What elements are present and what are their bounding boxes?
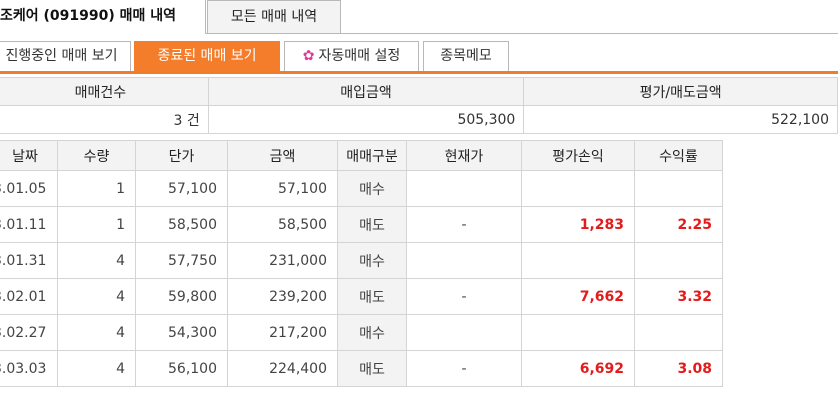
cell-trade-type: 매도 — [337, 278, 407, 315]
table-row[interactable]: 3.01.05 1 57,100 57,100 매수 — [0, 170, 723, 207]
summary-eval-amount: 522,100 — [523, 105, 838, 134]
table-row[interactable]: 3.01.31 4 57,750 231,000 매수 — [0, 242, 723, 279]
cell-unit-price: 58,500 — [135, 206, 228, 243]
cell-current-price — [406, 314, 522, 351]
header-amount: 금액 — [227, 140, 338, 171]
cell-trade-type: 매도 — [337, 350, 407, 387]
summary-header-eval-amount: 평가/매도금액 — [523, 77, 838, 106]
cell-quantity: 4 — [57, 350, 136, 387]
cell-trade-type: 매수 — [337, 170, 407, 207]
cell-date: 3.02.01 — [0, 278, 58, 315]
header-trade-type: 매매구분 — [337, 140, 407, 171]
cell-return-rate: 2.25 — [634, 206, 723, 243]
cell-eval-pnl: 7,662 — [521, 278, 635, 315]
summary-header-count: 매매건수 — [0, 77, 209, 106]
tab-completed-trades[interactable]: 종료된 매매 보기 — [134, 41, 280, 71]
cell-return-rate — [634, 170, 723, 207]
cell-unit-price: 56,100 — [135, 350, 228, 387]
cell-amount: 239,200 — [227, 278, 338, 315]
cell-eval-pnl: 1,283 — [521, 206, 635, 243]
header-unit-price: 단가 — [135, 140, 228, 171]
cell-amount: 217,200 — [227, 314, 338, 351]
cell-date: 3.03.03 — [0, 350, 58, 387]
cell-current-price — [406, 242, 522, 279]
trade-detail-table: 날짜 수량 단가 금액 매매구분 현재가 평가손익 수익률 3.01.05 1 … — [0, 140, 723, 387]
tab-stock-trade-history[interactable]: 조케어 (091990) 매매 내역 — [0, 0, 206, 34]
cell-unit-price: 57,750 — [135, 242, 228, 279]
cell-current-price: - — [406, 206, 522, 243]
header-current-price: 현재가 — [406, 140, 522, 171]
cell-quantity: 4 — [57, 242, 136, 279]
main-tab-bar: 조케어 (091990) 매매 내역 모든 매매 내역 — [0, 0, 838, 34]
table-row[interactable]: 3.03.03 4 56,100 224,400 매도 - 6,692 3.08 — [0, 350, 723, 387]
cell-return-rate — [634, 242, 723, 279]
summary-trade-count: 3 건 — [0, 105, 209, 134]
header-quantity: 수량 — [57, 140, 136, 171]
cell-return-rate: 3.08 — [634, 350, 723, 387]
cell-return-rate: 3.32 — [634, 278, 723, 315]
auto-trade-label: 자동매매 설정 — [318, 48, 401, 64]
summary-table: 매매건수 매입금액 평가/매도금액 3 건 505,300 522,100 — [0, 77, 838, 134]
cell-eval-pnl — [521, 242, 635, 279]
summary-header-buy-amount: 매입금액 — [207, 77, 525, 106]
header-return-rate: 수익률 — [634, 140, 723, 171]
cell-amount: 58,500 — [227, 206, 338, 243]
cell-unit-price: 54,300 — [135, 314, 228, 351]
summary-buy-amount: 505,300 — [207, 105, 525, 134]
cell-date: 3.02.27 — [0, 314, 58, 351]
gear-icon: ✿ — [302, 48, 315, 64]
cell-trade-type: 매수 — [337, 314, 407, 351]
cell-current-price — [406, 170, 522, 207]
cell-trade-type: 매수 — [337, 242, 407, 279]
sub-tab-bar: 진행중인 매매 보기 종료된 매매 보기 ✿ 자동매매 설정 종목메모 — [0, 41, 838, 74]
cell-return-rate — [634, 314, 723, 351]
cell-eval-pnl — [521, 170, 635, 207]
tab-in-progress-trades[interactable]: 진행중인 매매 보기 — [0, 41, 131, 71]
cell-eval-pnl: 6,692 — [521, 350, 635, 387]
cell-date: 3.01.11 — [0, 206, 58, 243]
cell-amount: 57,100 — [227, 170, 338, 207]
tab-all-trade-history[interactable]: 모든 매매 내역 — [207, 0, 341, 33]
detail-header-row: 날짜 수량 단가 금액 매매구분 현재가 평가손익 수익률 — [0, 140, 723, 171]
header-date: 날짜 — [0, 140, 58, 171]
cell-quantity: 4 — [57, 314, 136, 351]
cell-amount: 224,400 — [227, 350, 338, 387]
cell-amount: 231,000 — [227, 242, 338, 279]
table-row[interactable]: 3.02.01 4 59,800 239,200 매도 - 7,662 3.32 — [0, 278, 723, 315]
cell-unit-price: 57,100 — [135, 170, 228, 207]
cell-quantity: 4 — [57, 278, 136, 315]
cell-unit-price: 59,800 — [135, 278, 228, 315]
cell-date: 3.01.31 — [0, 242, 58, 279]
cell-quantity: 1 — [57, 170, 136, 207]
header-eval-pnl: 평가손익 — [521, 140, 635, 171]
table-row[interactable]: 3.01.11 1 58,500 58,500 매도 - 1,283 2.25 — [0, 206, 723, 243]
cell-trade-type: 매도 — [337, 206, 407, 243]
stock-memo-button[interactable]: 종목메모 — [423, 41, 509, 71]
cell-eval-pnl — [521, 314, 635, 351]
table-row[interactable]: 3.02.27 4 54,300 217,200 매수 — [0, 314, 723, 351]
cell-date: 3.01.05 — [0, 170, 58, 207]
cell-quantity: 1 — [57, 206, 136, 243]
cell-current-price: - — [406, 350, 522, 387]
auto-trade-settings-button[interactable]: ✿ 자동매매 설정 — [284, 41, 419, 71]
cell-current-price: - — [406, 278, 522, 315]
